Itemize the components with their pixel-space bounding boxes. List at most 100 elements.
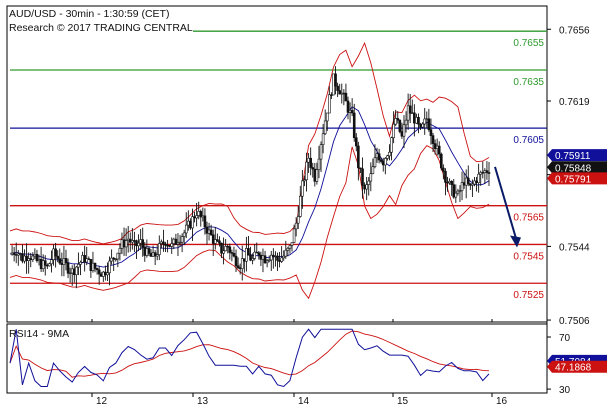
candle-body <box>313 168 317 182</box>
candle-body <box>170 243 174 247</box>
candle-body <box>174 238 178 245</box>
candle-body <box>23 255 26 262</box>
candle-body <box>10 252 14 255</box>
candle-body <box>168 245 171 247</box>
candle-body <box>31 255 35 261</box>
candle-body <box>222 250 225 254</box>
candle-body <box>205 226 209 234</box>
candle-body <box>240 258 244 269</box>
candle-body <box>299 195 302 217</box>
candle-body <box>33 254 37 257</box>
candle-body <box>39 259 43 270</box>
candle-body <box>321 133 325 145</box>
candle-body <box>160 241 163 244</box>
candle-body <box>427 118 431 130</box>
candle-body <box>25 255 28 261</box>
candle-body <box>68 272 72 275</box>
moving-average <box>9 106 490 268</box>
candle-body <box>178 241 182 244</box>
candle-body <box>120 239 124 249</box>
candle-body <box>209 229 213 236</box>
candle-body <box>226 246 230 248</box>
candle-body <box>238 267 242 269</box>
candle-body <box>52 248 55 260</box>
panel-frames <box>6 5 548 394</box>
candle-body <box>162 241 165 245</box>
candle-body <box>363 184 366 190</box>
rsi-lines <box>9 328 490 388</box>
candle-body <box>48 263 51 267</box>
candle-body <box>97 269 101 275</box>
candle-body <box>155 254 159 257</box>
chart-title: AUD/USD - 30min - 1:30:59 (CET) <box>9 8 169 20</box>
candle-body <box>435 145 439 150</box>
candle-body <box>284 249 288 257</box>
level-label: 0.7655 <box>513 38 544 49</box>
price-tags: 0.759110.758480.7579151.708447.1868 <box>547 149 607 374</box>
candle-body <box>323 120 327 135</box>
candle-body <box>315 169 319 182</box>
rsi-y-tick-label: 70 <box>559 333 571 344</box>
candle-body <box>354 137 358 147</box>
candle-body <box>104 271 107 276</box>
candle-body <box>46 264 49 267</box>
rsi-y-tick-label: 30 <box>559 385 571 396</box>
price-tag: 0.75911 <box>547 149 607 162</box>
candle-body <box>296 216 300 224</box>
candle-body <box>458 190 462 192</box>
candle-body <box>228 246 232 253</box>
y-tick-label: 0.7544 <box>559 242 590 253</box>
candle-body <box>243 258 246 262</box>
candle-body <box>288 245 292 249</box>
candle-body <box>348 109 352 113</box>
candle-body <box>81 255 84 263</box>
candle-body <box>307 157 310 163</box>
candle-body <box>253 251 256 259</box>
candle-body <box>344 92 348 102</box>
candle-body <box>417 117 420 125</box>
forecast-arrow-shaft <box>494 166 517 239</box>
candle-body <box>19 253 22 255</box>
candle-body <box>292 228 296 243</box>
candle-body <box>27 258 30 261</box>
candle-body <box>267 259 271 262</box>
price-tag-label: 0.75791 <box>555 174 592 185</box>
candle-body <box>442 167 445 172</box>
copyright-line: Research © 2017 TRADING CENTRAL <box>9 22 193 34</box>
candle-body <box>199 211 203 218</box>
candle-body <box>408 105 412 114</box>
candle-body <box>66 262 70 274</box>
candle-body <box>423 118 427 125</box>
level-label: 0.7565 <box>513 213 544 224</box>
candle-body <box>410 112 414 114</box>
candle-body <box>415 117 418 124</box>
candle-body <box>485 170 489 173</box>
candle-body <box>338 90 342 95</box>
x-tick-label: 15 <box>397 396 409 407</box>
price-tag-label: 0.75911 <box>555 151 591 162</box>
candle-body <box>35 254 39 262</box>
candle-body <box>29 258 33 261</box>
candle-body <box>232 253 236 257</box>
candle-body <box>450 180 453 185</box>
candle-body <box>211 234 215 244</box>
candle-body <box>384 158 387 166</box>
candle-body <box>332 73 335 96</box>
candle-body <box>311 167 315 170</box>
level-label: 0.7525 <box>513 290 544 301</box>
candle-body <box>398 119 402 132</box>
candle-body <box>477 173 480 184</box>
forex-chart: 0.7655 0.7635 0.7605 0.7565 0.7545 0.7525 0.7… <box>6 5 607 407</box>
candle-body <box>462 182 466 186</box>
upper-band <box>9 41 490 245</box>
candle-body <box>145 248 149 256</box>
candle-body <box>118 248 122 254</box>
candle-body <box>93 262 97 269</box>
candle-body <box>466 177 470 184</box>
candle-body <box>274 255 277 258</box>
candle-body <box>390 137 393 153</box>
candle-body <box>195 215 198 219</box>
candle-body <box>265 260 269 264</box>
candle-body <box>367 180 371 185</box>
candle-body <box>135 240 138 247</box>
